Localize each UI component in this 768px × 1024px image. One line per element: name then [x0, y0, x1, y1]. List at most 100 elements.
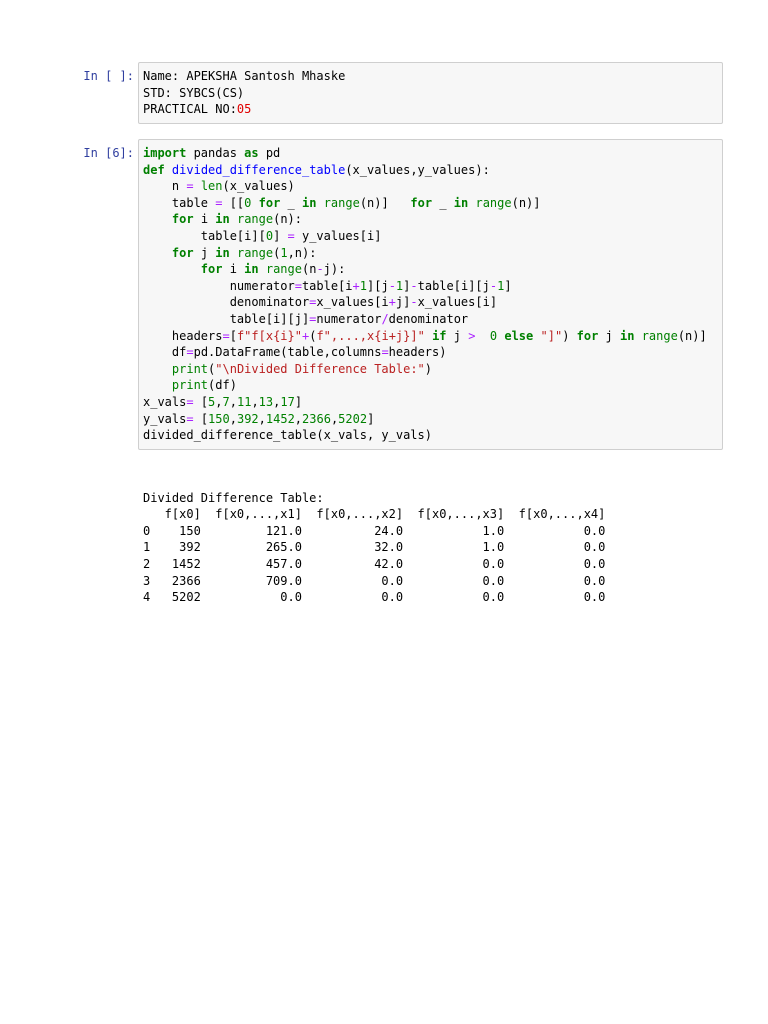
code-token: _ — [432, 195, 454, 210]
markdown-code-cell-header-info[interactable]: Name: APEKSHA Santosh Mhaske STD: SYBCS(C… — [138, 62, 723, 124]
code-line: x_vals= [5,7,11,13,17] — [143, 394, 722, 411]
output-table-row: 4 5202 0.0 0.0 0.0 0.0 — [143, 590, 606, 605]
code-token: def — [143, 162, 165, 177]
code-token: print — [171, 378, 209, 393]
output-table-row: 2 1452 457.0 42.0 0.0 0.0 — [143, 556, 606, 571]
code-token: table[i — [301, 278, 353, 293]
code-token: len — [200, 179, 223, 194]
code-token: pd — [258, 146, 281, 160]
code-token: = — [294, 278, 302, 293]
code-token: , — [294, 411, 303, 426]
code-token: divided_difference_table — [171, 162, 346, 177]
code-token: ) — [424, 361, 433, 376]
code-token: 7 — [222, 394, 230, 409]
code-token: = — [222, 328, 230, 343]
code-token: + — [388, 295, 396, 310]
code-token: pandas — [186, 146, 245, 160]
code-token: = — [381, 345, 389, 360]
code-token: (df) — [208, 378, 237, 393]
code-line: divided_difference_table(x_vals, y_vals) — [143, 427, 722, 444]
code-line: def divided_difference_table(x_values,y_… — [143, 162, 722, 179]
code-token: , — [229, 411, 237, 426]
code-token: j): — [323, 262, 346, 277]
code-token: [ — [193, 411, 209, 426]
code-token: y_vals — [143, 411, 187, 426]
code-token: as — [244, 146, 259, 160]
code-token: + — [352, 278, 360, 293]
cell-prompt: In [6]: — [83, 146, 134, 160]
code-line: table = [[0 for _ in range(n)] for _ in … — [143, 195, 722, 212]
code-token: for — [258, 195, 281, 210]
code-token: range — [475, 195, 512, 210]
code-token: df — [143, 345, 187, 360]
code-token: PRACTICAL NO: — [143, 102, 237, 117]
code-token: _ — [280, 195, 303, 210]
code-token: 05 — [236, 102, 252, 117]
code-token: - — [388, 278, 396, 293]
code-token: j] — [395, 295, 411, 310]
code-token: "\nDivided Difference Table:" — [215, 361, 425, 376]
code-token: / — [381, 311, 389, 326]
code-line: for i in range(n-j): — [143, 261, 722, 278]
code-token: [ — [229, 328, 237, 343]
output-title: Divided Difference Table: — [143, 490, 324, 505]
code-line: print("\nDivided Difference Table:") — [143, 361, 722, 378]
code-token: = — [186, 394, 194, 409]
code-token: f"f[x{i}" — [236, 328, 302, 343]
code-token: - — [410, 278, 418, 293]
output-table-row: 3 2366 709.0 0.0 0.0 0.0 — [143, 573, 606, 588]
code-token: 0 — [265, 228, 274, 243]
code-token: - — [410, 295, 418, 310]
code-token: ) — [562, 328, 577, 343]
code-token: , — [258, 411, 266, 426]
code-token: y_values[i] — [294, 228, 382, 243]
code-line: n = len(x_values) — [143, 178, 722, 195]
code-token: for — [410, 195, 433, 210]
code-cell-divided-difference[interactable]: import pandas as pd def divided_differenc… — [138, 139, 723, 450]
code-line: denominator=x_values[i+j]-x_values[i] — [143, 294, 722, 311]
code-token: 1 — [359, 278, 367, 293]
code-token: = — [186, 345, 194, 360]
code-token: = — [287, 228, 295, 243]
code-token: "]" — [540, 328, 563, 343]
code-token: pd.DataFrame(table,columns — [193, 345, 382, 360]
code-token: = — [186, 179, 194, 194]
code-token: (x_values,y_values): — [345, 162, 490, 177]
code-token: ] — [367, 411, 375, 426]
code-token: , — [251, 394, 259, 409]
code-token: i — [222, 262, 245, 277]
code-line: numerator=table[i+1][j-1]-table[i][j-1] — [143, 278, 722, 295]
code-token: range — [265, 262, 302, 277]
code-token: 1452 — [265, 411, 295, 426]
code-token: 392 — [236, 411, 259, 426]
code-token: table[i][j — [417, 278, 490, 293]
code-token: table — [143, 195, 216, 210]
code-token: ][j — [367, 278, 389, 293]
code-line: STD: SYBCS(CS) — [143, 85, 722, 102]
cell-output: Divided Difference Table: f[x0] f[x0,...… — [143, 473, 605, 606]
code-token: divided_difference_table(x_vals, y_vals) — [143, 428, 432, 443]
code-token: for — [576, 328, 599, 343]
code-token: headers) — [388, 345, 447, 360]
code-token: for — [171, 245, 194, 260]
code-token: range — [323, 195, 360, 210]
code-token: [[ — [222, 195, 245, 210]
code-token: for — [171, 212, 194, 227]
code-line: Name: APEKSHA Santosh Mhaske — [143, 68, 722, 85]
code-token: if — [432, 328, 447, 343]
code-token: ,n): — [287, 245, 317, 260]
code-token: in — [453, 195, 469, 210]
code-token: 1 — [280, 245, 288, 260]
code-token: headers — [143, 328, 223, 343]
